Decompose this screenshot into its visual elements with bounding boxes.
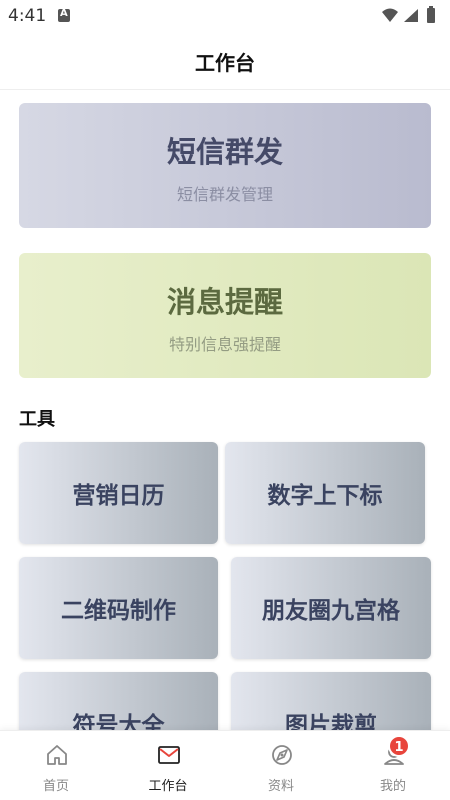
tab-home[interactable]: 首页 — [0, 731, 112, 800]
tool-label: 朋友圈九宫格 — [262, 598, 400, 624]
message-reminder-card[interactable]: 消息提醒 特别信息强提醒 — [19, 253, 431, 378]
compass-icon — [272, 745, 292, 765]
tool-label: 数字上下标 — [267, 483, 383, 509]
sms-broadcast-title: 短信群发 — [166, 135, 283, 169]
tool-label: 图片裁剪 — [285, 713, 377, 731]
status-time: 4:41 — [8, 6, 47, 26]
message-reminder-subtitle: 特别信息强提醒 — [168, 335, 281, 354]
tool-moments-grid[interactable]: 朋友圈九宫格 — [231, 557, 431, 659]
sms-broadcast-card[interactable]: 短信群发 短信群发管理 — [19, 103, 431, 228]
status-icons — [380, 6, 442, 26]
message-reminder-title: 消息提醒 — [166, 285, 283, 319]
tools-section-title: 工具 — [19, 409, 55, 430]
tab-workbench-label: 工作台 — [148, 779, 188, 794]
workbench-content[interactable]: 短信群发 短信群发管理 消息提醒 特别信息强提醒 工具 营销日历 数字上下标 二… — [0, 91, 450, 731]
notification-badge: 1 — [388, 735, 410, 757]
header: 工作台 — [0, 32, 450, 90]
tool-label: 营销日历 — [72, 483, 165, 509]
mail-icon — [158, 746, 180, 764]
tab-mine[interactable]: 1 我的 — [337, 731, 449, 800]
tab-home-label: 首页 — [42, 779, 69, 794]
tool-marketing-calendar[interactable]: 营销日历 — [19, 442, 218, 544]
tool-image-crop[interactable]: 图片裁剪 — [231, 672, 431, 731]
wifi-signal-battery-icon — [382, 6, 435, 23]
tool-label: 符号大全 — [72, 713, 165, 731]
sms-broadcast-subtitle: 短信群发管理 — [176, 185, 273, 204]
tool-label: 二维码制作 — [61, 598, 176, 624]
tab-workbench[interactable]: 工作台 — [112, 731, 224, 800]
tool-qrcode-maker[interactable]: 二维码制作 — [19, 557, 218, 659]
bottom-tab-bar: 首页 工作台 资料 1 我的 — [0, 730, 450, 800]
tab-mine-label: 我的 — [379, 779, 406, 794]
tool-symbols[interactable]: 符号大全 — [19, 672, 218, 731]
tab-materials[interactable]: 资料 — [225, 731, 337, 800]
status-bar: 4:41 — [0, 0, 450, 32]
page-title: 工作台 — [195, 51, 255, 75]
home-icon — [47, 745, 67, 765]
notification-a-icon — [58, 8, 70, 22]
tab-materials-label: 资料 — [267, 779, 294, 794]
tool-number-subscript[interactable]: 数字上下标 — [225, 442, 425, 544]
